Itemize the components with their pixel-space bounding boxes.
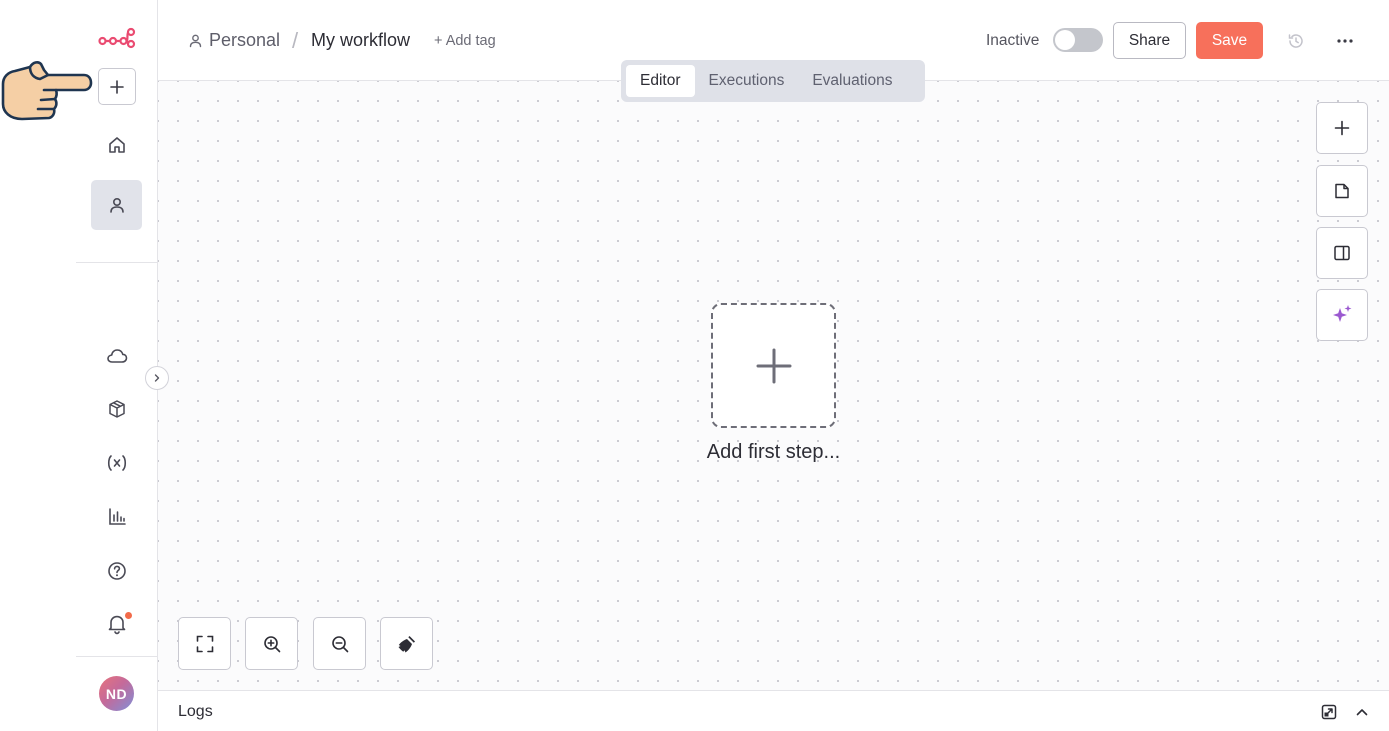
add-first-step-label: Add first step... xyxy=(706,441,841,463)
plus-icon xyxy=(110,79,124,94)
bell-icon xyxy=(108,615,126,635)
share-button[interactable]: Share xyxy=(1113,22,1186,59)
notification-dot xyxy=(125,612,132,619)
user-icon xyxy=(109,197,124,213)
breadcrumb-project[interactable]: Personal xyxy=(188,30,280,51)
broom-icon xyxy=(398,635,415,652)
tab-evaluations[interactable]: Evaluations xyxy=(798,65,906,97)
package-icon xyxy=(109,400,125,418)
add-sticky-note-button[interactable] xyxy=(1316,165,1368,217)
nav-personal-button[interactable] xyxy=(91,180,142,230)
workflow-status-label: Inactive xyxy=(986,32,1040,49)
variables-icon xyxy=(107,455,127,471)
nav-insights-button[interactable] xyxy=(98,499,136,535)
breadcrumb-project-label: Personal xyxy=(209,30,281,50)
breadcrumb-separator: / xyxy=(292,28,299,53)
app-window: ND Personal / My workflow + Add tag Inac… xyxy=(0,0,1389,731)
sidebar-collapse-button[interactable] xyxy=(145,366,169,390)
zoom-in-button[interactable] xyxy=(245,617,298,670)
sticky-note-icon xyxy=(1335,183,1349,199)
home-icon xyxy=(109,137,125,153)
toggle-panel-button[interactable] xyxy=(1316,227,1368,279)
panel-right-icon xyxy=(1334,245,1350,261)
avatar-initials: ND xyxy=(105,685,128,702)
help-icon xyxy=(108,562,126,580)
tab-executions[interactable]: Executions xyxy=(695,65,799,97)
view-tabs: Editor Executions Evaluations xyxy=(621,60,925,102)
workflow-history-button[interactable] xyxy=(1283,28,1309,54)
tidy-up-button[interactable] xyxy=(380,617,433,670)
add-tag-button[interactable]: + Add tag xyxy=(434,33,496,49)
open-nodes-panel-button[interactable] xyxy=(1316,102,1368,154)
logs-expand-button[interactable] xyxy=(1352,702,1372,722)
pointing-hand-icon xyxy=(1,61,93,121)
active-toggle[interactable] xyxy=(1053,28,1103,52)
popout-icon xyxy=(1321,704,1337,720)
bar-chart-icon xyxy=(109,508,126,525)
cloud-icon xyxy=(107,349,128,363)
nav-notifications-button[interactable] xyxy=(98,606,136,642)
sparkles-icon xyxy=(1333,305,1352,322)
logs-popout-button[interactable] xyxy=(1319,702,1339,722)
zoom-in-icon xyxy=(263,635,280,652)
ellipsis-icon xyxy=(1337,39,1353,43)
workflow-canvas[interactable]: Add first step... xyxy=(158,81,1389,690)
nav-overview-button[interactable] xyxy=(98,126,136,164)
logs-panel[interactable]: Logs xyxy=(158,690,1389,731)
user-icon xyxy=(189,34,202,48)
workflow-name[interactable]: My workflow xyxy=(311,30,410,51)
toggle-knob xyxy=(1055,30,1075,50)
nav-variables-button[interactable] xyxy=(98,445,136,481)
chevron-up-icon xyxy=(1356,709,1368,716)
ai-assistant-button[interactable] xyxy=(1316,289,1368,341)
create-button[interactable] xyxy=(98,68,136,105)
fit-view-icon xyxy=(196,635,213,652)
user-avatar[interactable]: ND xyxy=(99,676,134,711)
plus-icon xyxy=(756,348,791,383)
zoom-to-fit-button[interactable] xyxy=(178,617,231,670)
chevron-right-icon xyxy=(154,374,160,382)
sidebar-divider xyxy=(76,656,157,657)
zoom-out-icon xyxy=(331,635,348,652)
nav-help-button[interactable] xyxy=(98,553,136,589)
history-icon xyxy=(1288,34,1303,48)
n8n-logo-icon[interactable] xyxy=(92,24,142,52)
logs-title: Logs xyxy=(178,703,213,720)
add-first-step-button[interactable] xyxy=(711,303,836,428)
save-button[interactable]: Save xyxy=(1196,22,1263,59)
plus-icon xyxy=(1334,120,1350,136)
zoom-out-button[interactable] xyxy=(313,617,366,670)
nav-cloud-button[interactable] xyxy=(98,338,136,374)
tab-editor[interactable]: Editor xyxy=(626,65,695,97)
more-options-button[interactable] xyxy=(1330,28,1360,54)
sidebar-divider xyxy=(76,262,157,263)
nav-templates-button[interactable] xyxy=(98,391,136,427)
